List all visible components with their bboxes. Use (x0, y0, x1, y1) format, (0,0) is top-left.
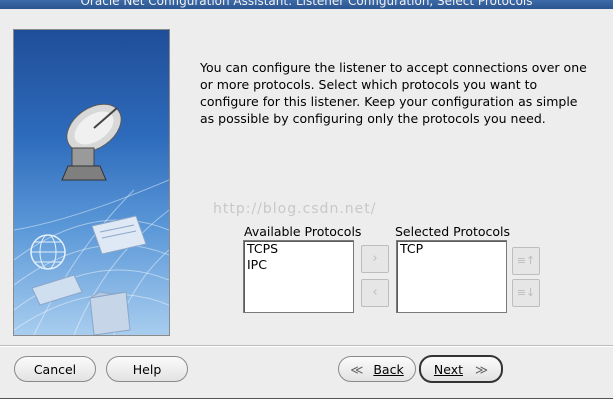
available-protocols-label: Available Protocols (244, 224, 362, 239)
dialog-content: You can configure the listener to accept… (0, 9, 613, 399)
move-up-icon: ≡↑ (516, 254, 536, 267)
selected-protocols-label: Selected Protocols (395, 224, 511, 239)
list-item[interactable]: TCPS (244, 241, 353, 257)
instructions-text: You can configure the listener to accept… (200, 60, 587, 126)
add-protocol-button[interactable]: › (361, 245, 389, 273)
title-bar: Oracle Net Configuration Assistant: List… (0, 0, 613, 9)
move-down-icon: ≡↓ (516, 286, 536, 299)
folder-icon (89, 291, 131, 335)
back-button[interactable]: ≪ Back (338, 356, 416, 382)
chevron-right-icon: › (372, 251, 378, 266)
back-arrow-icon: ≪ (350, 362, 364, 377)
cancel-label: Cancel (33, 362, 77, 377)
move-down-button[interactable]: ≡↓ (512, 279, 540, 307)
selected-protocols-list[interactable]: TCP (396, 240, 507, 313)
next-arrow-icon: ≫ (475, 362, 489, 377)
next-label: Next (433, 362, 464, 377)
available-protocols-list[interactable]: TCPS IPC (243, 240, 354, 313)
list-item[interactable]: TCP (397, 241, 506, 257)
watermark: http://blog.csdn.net/ (213, 201, 377, 217)
separator (0, 345, 613, 347)
help-label: Help (132, 362, 162, 377)
remove-protocol-button[interactable]: ‹ (361, 279, 389, 307)
list-item[interactable]: IPC (244, 257, 353, 273)
wizard-graphic (13, 29, 170, 336)
satellite-dish-icon (61, 103, 122, 181)
back-label: Back (373, 362, 404, 377)
window-title: Oracle Net Configuration Assistant: List… (80, 0, 533, 8)
help-button[interactable]: Help (106, 356, 188, 382)
move-up-button[interactable]: ≡↑ (512, 247, 540, 275)
cancel-button[interactable]: Cancel (14, 356, 96, 382)
chevron-left-icon: ‹ (372, 285, 378, 300)
next-button[interactable]: Next ≫ (419, 355, 503, 383)
document-icon (31, 215, 147, 306)
